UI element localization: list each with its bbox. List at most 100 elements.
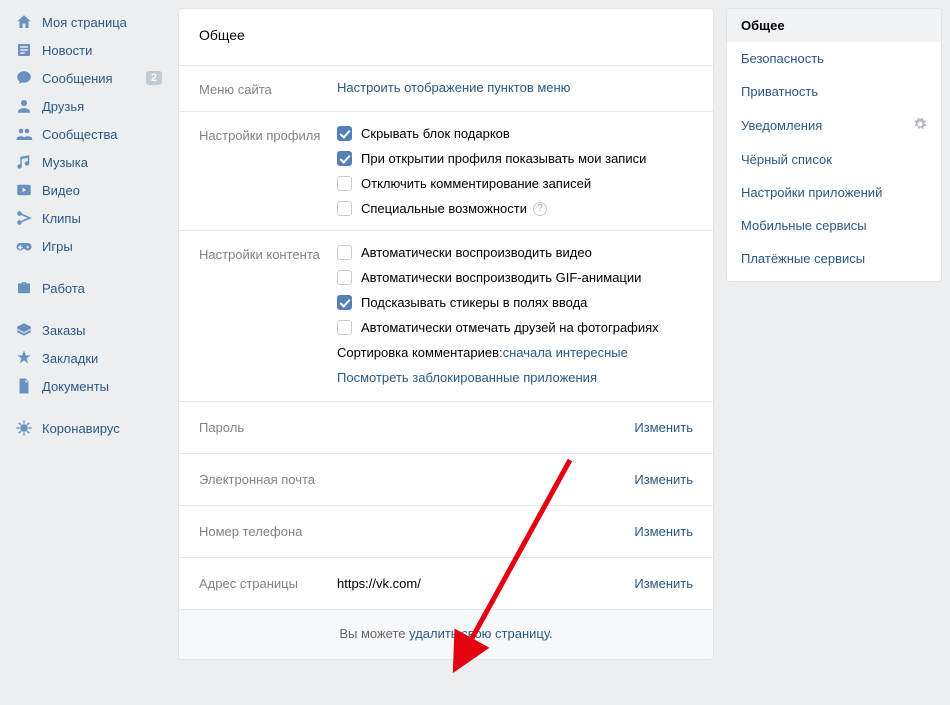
row-label: Настройки профиля bbox=[199, 126, 337, 216]
option-label: Автоматически воспроизводить GIF-анимаци… bbox=[361, 270, 641, 285]
checkbox-icon[interactable] bbox=[337, 245, 352, 260]
nav-video[interactable]: Видео bbox=[8, 176, 170, 204]
clips-icon bbox=[14, 208, 34, 228]
option-accessibility[interactable]: Специальные возможности ? bbox=[337, 201, 693, 216]
page-title: Общее bbox=[179, 9, 713, 65]
nav-documents[interactable]: Документы bbox=[8, 372, 170, 400]
nav-label: Клипы bbox=[42, 211, 166, 226]
option-label: Отключить комментирование записей bbox=[361, 176, 591, 191]
nav-label: Сообщения bbox=[42, 71, 146, 86]
row-label: Настройки контента bbox=[199, 245, 337, 387]
footer-prefix: Вы можете bbox=[339, 626, 409, 641]
settings-nav-label: Платёжные сервисы bbox=[741, 251, 865, 266]
orders-icon bbox=[14, 320, 34, 340]
option-autoplay-video[interactable]: Автоматически воспроизводить видео bbox=[337, 245, 693, 260]
left-sidebar: Моя страница Новости Сообщения 2 Друзья bbox=[0, 0, 170, 705]
option-show-posts[interactable]: При открытии профиля показывать мои запи… bbox=[337, 151, 693, 166]
option-label: Автоматически воспроизводить видео bbox=[361, 245, 592, 260]
gear-icon[interactable] bbox=[913, 117, 927, 134]
option-disable-comments[interactable]: Отключить комментирование записей bbox=[337, 176, 693, 191]
row-phone: Номер телефона Изменить bbox=[179, 505, 713, 557]
nav-label: Документы bbox=[42, 379, 166, 394]
menu-configure-link[interactable]: Настроить отображение пунктов меню bbox=[337, 80, 570, 95]
settings-nav: Общее Безопасность Приватность Уведомлен… bbox=[726, 8, 942, 282]
nav-messages[interactable]: Сообщения 2 bbox=[8, 64, 170, 92]
checkbox-icon[interactable] bbox=[337, 320, 352, 335]
nav-games[interactable]: Игры bbox=[8, 232, 170, 260]
settings-nav-label: Уведомления bbox=[741, 118, 822, 133]
row-value: https://vk.com/ bbox=[337, 576, 634, 591]
nav-label: Сообщества bbox=[42, 127, 166, 142]
change-address-link[interactable]: Изменить bbox=[634, 576, 693, 591]
nav-label: Работа bbox=[42, 281, 166, 296]
settings-nav-privacy[interactable]: Приватность bbox=[727, 75, 941, 108]
option-label: Подсказывать стикеры в полях ввода bbox=[361, 295, 587, 310]
nav-label: Друзья bbox=[42, 99, 166, 114]
checkbox-icon[interactable] bbox=[337, 151, 352, 166]
settings-nav-payments[interactable]: Платёжные сервисы bbox=[727, 242, 941, 275]
change-phone-link[interactable]: Изменить bbox=[634, 524, 693, 539]
checkbox-icon[interactable] bbox=[337, 201, 352, 216]
row-label: Адрес страницы bbox=[199, 576, 337, 591]
nav-bookmarks[interactable]: Закладки bbox=[8, 344, 170, 372]
settings-nav-label: Безопасность bbox=[741, 51, 824, 66]
blocked-apps-row: Посмотреть заблокированные приложения bbox=[337, 370, 693, 385]
nav-music[interactable]: Музыка bbox=[8, 148, 170, 176]
nav-news[interactable]: Новости bbox=[8, 36, 170, 64]
settings-nav-label: Настройки приложений bbox=[741, 185, 882, 200]
work-icon bbox=[14, 278, 34, 298]
nav-orders[interactable]: Заказы bbox=[8, 316, 170, 344]
settings-nav-security[interactable]: Безопасность bbox=[727, 42, 941, 75]
nav-clips[interactable]: Клипы bbox=[8, 204, 170, 232]
nav-communities[interactable]: Сообщества bbox=[8, 120, 170, 148]
row-label: Электронная почта bbox=[199, 472, 337, 487]
checkbox-icon[interactable] bbox=[337, 270, 352, 285]
video-icon bbox=[14, 180, 34, 200]
option-hide-gifts[interactable]: Скрывать блок подарков bbox=[337, 126, 693, 141]
help-icon[interactable]: ? bbox=[533, 202, 547, 216]
option-label: При открытии профиля показывать мои запи… bbox=[361, 151, 646, 166]
delete-page-link[interactable]: удалить свою страницу. bbox=[409, 626, 553, 641]
checkbox-icon[interactable] bbox=[337, 295, 352, 310]
row-label: Меню сайта bbox=[199, 80, 337, 97]
settings-nav-label: Приватность bbox=[741, 84, 818, 99]
settings-nav-general[interactable]: Общее bbox=[727, 9, 941, 42]
checkbox-icon[interactable] bbox=[337, 176, 352, 191]
settings-nav-label: Мобильные сервисы bbox=[741, 218, 867, 233]
settings-nav-notifications[interactable]: Уведомления bbox=[727, 108, 941, 143]
row-label: Номер телефона bbox=[199, 524, 337, 539]
nav-friends[interactable]: Друзья bbox=[8, 92, 170, 120]
sort-label: Сортировка комментариев: bbox=[337, 345, 503, 360]
row-email: Электронная почта Изменить bbox=[179, 453, 713, 505]
settings-nav-mobile[interactable]: Мобильные сервисы bbox=[727, 209, 941, 242]
nav-work[interactable]: Работа bbox=[8, 274, 170, 302]
nav-label: Моя страница bbox=[42, 15, 166, 30]
settings-nav-label: Общее bbox=[741, 18, 785, 33]
option-label: Автоматически отмечать друзей на фотогра… bbox=[361, 320, 659, 335]
option-label: Скрывать блок подарков bbox=[361, 126, 510, 141]
settings-card: Общее Меню сайта Настроить отображение п… bbox=[178, 8, 714, 660]
row-page-address: Адрес страницы https://vk.com/ Изменить bbox=[179, 557, 713, 609]
comment-sort-row: Сортировка комментариев: сначала интерес… bbox=[337, 345, 693, 360]
nav-label: Музыка bbox=[42, 155, 166, 170]
option-autoplay-gif[interactable]: Автоматически воспроизводить GIF-анимаци… bbox=[337, 270, 693, 285]
checkbox-icon[interactable] bbox=[337, 126, 352, 141]
settings-nav-label: Чёрный список bbox=[741, 152, 832, 167]
settings-nav-blacklist[interactable]: Чёрный список bbox=[727, 143, 941, 176]
settings-nav-apps[interactable]: Настройки приложений bbox=[727, 176, 941, 209]
groups-icon bbox=[14, 124, 34, 144]
virus-icon bbox=[14, 418, 34, 438]
sort-value-link[interactable]: сначала интересные bbox=[503, 345, 628, 360]
nav-label: Игры bbox=[42, 239, 166, 254]
messages-icon bbox=[14, 68, 34, 88]
nav-my-page[interactable]: Моя страница bbox=[8, 8, 170, 36]
blocked-apps-link[interactable]: Посмотреть заблокированные приложения bbox=[337, 370, 597, 385]
card-footer: Вы можете удалить свою страницу. bbox=[179, 609, 713, 659]
nav-label: Коронавирус bbox=[42, 421, 166, 436]
nav-coronavirus[interactable]: Коронавирус bbox=[8, 414, 170, 442]
change-email-link[interactable]: Изменить bbox=[634, 472, 693, 487]
option-auto-tag[interactable]: Автоматически отмечать друзей на фотогра… bbox=[337, 320, 693, 335]
option-sticker-hints[interactable]: Подсказывать стикеры в полях ввода bbox=[337, 295, 693, 310]
row-site-menu: Меню сайта Настроить отображение пунктов… bbox=[179, 65, 713, 111]
change-password-link[interactable]: Изменить bbox=[634, 420, 693, 435]
